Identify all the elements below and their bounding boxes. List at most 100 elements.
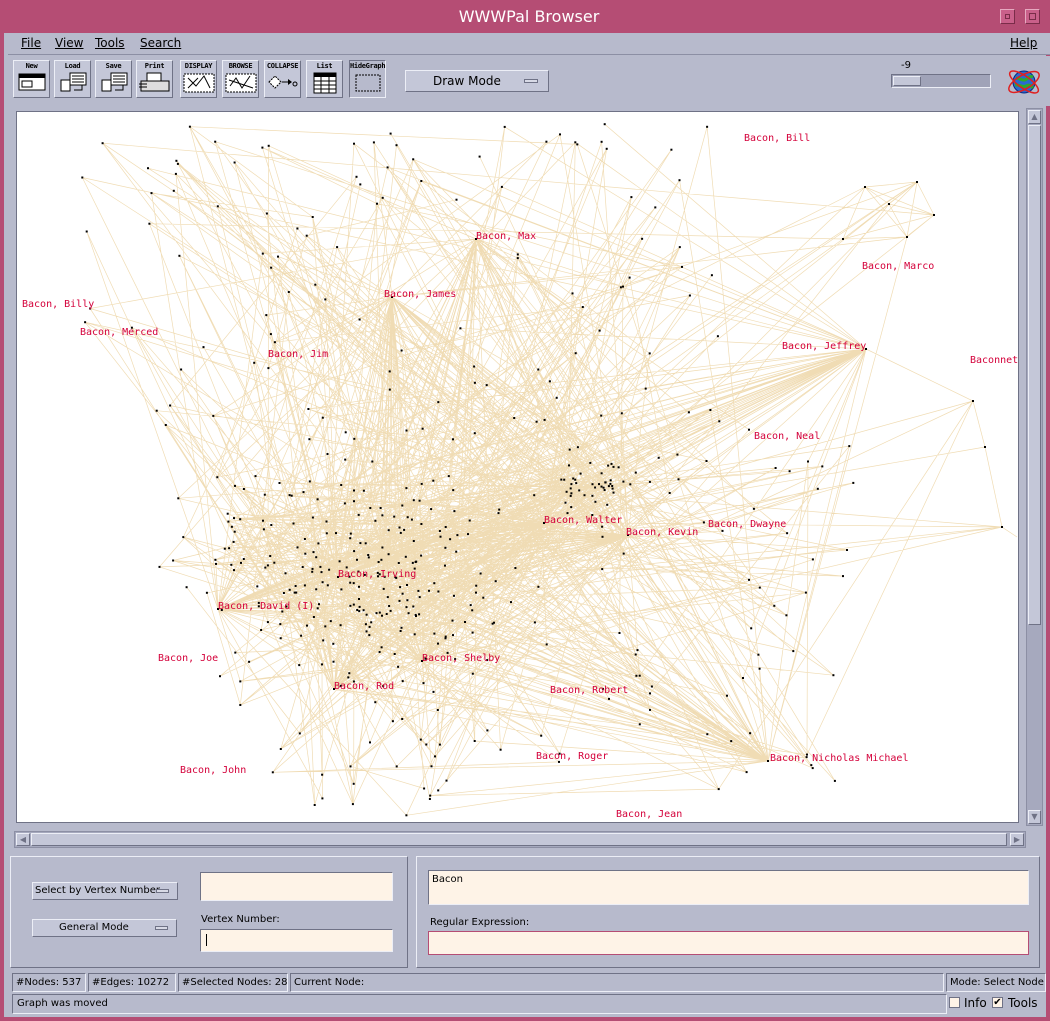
- graph-node[interactable]: [601, 525, 604, 528]
- node-label[interactable]: Bacon, Dwayne: [708, 519, 786, 530]
- graph-node[interactable]: [332, 660, 335, 663]
- graph-node[interactable]: [292, 522, 295, 525]
- graph-node[interactable]: [406, 599, 409, 602]
- graph-node[interactable]: [378, 651, 381, 653]
- graph-node[interactable]: [228, 547, 231, 550]
- menu-file[interactable]: File: [21, 36, 41, 50]
- graph-node[interactable]: [452, 438, 454, 441]
- graph-node[interactable]: [328, 568, 331, 571]
- graph-node[interactable]: [634, 471, 637, 474]
- graph-node[interactable]: [444, 526, 447, 528]
- graph-node[interactable]: [649, 692, 651, 695]
- graph-node[interactable]: [444, 635, 447, 638]
- graph-node[interactable]: [612, 465, 615, 468]
- graph-node[interactable]: [362, 609, 365, 612]
- graph-node[interactable]: [279, 623, 282, 626]
- graph-node[interactable]: [500, 185, 503, 188]
- graph-node[interactable]: [158, 565, 161, 568]
- node-label[interactable]: Bacon, James: [384, 289, 456, 300]
- graph-node[interactable]: [405, 487, 408, 490]
- graph-node[interactable]: [447, 475, 450, 478]
- graph-node[interactable]: [308, 438, 311, 441]
- node-label[interactable]: Bacon, Bill: [744, 133, 810, 144]
- graph-node[interactable]: [398, 526, 401, 529]
- graph-node[interactable]: [758, 667, 761, 670]
- graph-node[interactable]: [603, 489, 606, 491]
- node-label[interactable]: Bacon, Jeffrey: [782, 341, 866, 352]
- node-label[interactable]: Bacon, David (I): [218, 601, 314, 612]
- graph-node[interactable]: [155, 409, 158, 412]
- graph-node[interactable]: [359, 183, 362, 186]
- vertical-scroll-thumb[interactable]: [1028, 125, 1041, 625]
- menu-help[interactable]: Help: [1010, 36, 1037, 50]
- graph-node[interactable]: [437, 401, 440, 404]
- graph-node[interactable]: [752, 507, 755, 510]
- graph-node[interactable]: [439, 535, 442, 538]
- minimize-button[interactable]: [1000, 9, 1015, 24]
- graph-node[interactable]: [358, 610, 361, 613]
- graph-node[interactable]: [578, 489, 581, 492]
- graph-node[interactable]: [846, 549, 848, 551]
- maximize-button[interactable]: [1025, 9, 1040, 24]
- graph-node[interactable]: [598, 483, 600, 486]
- graph-node[interactable]: [434, 755, 436, 758]
- graph-node[interactable]: [486, 729, 489, 732]
- graph-node[interactable]: [349, 604, 352, 607]
- graph-node[interactable]: [178, 254, 181, 257]
- graph-node[interactable]: [400, 626, 403, 629]
- node-label[interactable]: Bacon, Jean: [616, 809, 682, 820]
- graph-node[interactable]: [382, 587, 385, 590]
- graph-node[interactable]: [339, 624, 342, 627]
- graph-node[interactable]: [622, 552, 625, 555]
- graph-node[interactable]: [239, 704, 242, 706]
- graph-node[interactable]: [455, 550, 458, 553]
- regex-input[interactable]: [428, 931, 1029, 955]
- graph-node[interactable]: [295, 591, 298, 594]
- graph-node[interactable]: [349, 537, 352, 540]
- graph-node[interactable]: [353, 437, 356, 440]
- graph-node[interactable]: [410, 518, 413, 521]
- scroll-up-arrow-icon[interactable]: ▲: [1028, 110, 1041, 124]
- graph-node[interactable]: [423, 787, 426, 790]
- graph-node[interactable]: [406, 584, 408, 586]
- graph-node[interactable]: [600, 414, 603, 417]
- graph-node[interactable]: [400, 349, 403, 352]
- graph-node[interactable]: [353, 489, 355, 492]
- graph-node[interactable]: [888, 203, 890, 205]
- graph-node[interactable]: [387, 529, 390, 532]
- graph-node[interactable]: [368, 634, 371, 637]
- graph-node[interactable]: [398, 599, 401, 602]
- graph-node[interactable]: [404, 555, 407, 558]
- graph-node[interactable]: [425, 743, 428, 746]
- graph-node[interactable]: [619, 286, 622, 289]
- graph-node[interactable]: [176, 162, 179, 165]
- graph-node[interactable]: [393, 653, 396, 655]
- graph-node[interactable]: [313, 804, 316, 806]
- graph-node[interactable]: [864, 186, 866, 188]
- graph-node[interactable]: [681, 265, 683, 268]
- graph-node[interactable]: [387, 553, 390, 556]
- graph-node[interactable]: [471, 672, 474, 675]
- horizontal-scroll-thumb[interactable]: [31, 833, 1007, 846]
- zoom-slider[interactable]: [891, 74, 991, 88]
- graph-node[interactable]: [702, 521, 705, 524]
- graph-node[interactable]: [214, 140, 217, 143]
- graph-node[interactable]: [984, 446, 986, 448]
- graph-node[interactable]: [605, 147, 608, 150]
- graph-node[interactable]: [306, 624, 308, 627]
- graph-node[interactable]: [401, 592, 404, 595]
- graph-node[interactable]: [475, 584, 478, 587]
- hide-graph-button[interactable]: HideGraph: [349, 60, 386, 98]
- browse-button[interactable]: BROWSE: [222, 60, 259, 98]
- graph-node[interactable]: [537, 368, 540, 371]
- graph-node[interactable]: [677, 478, 680, 481]
- scroll-right-arrow-icon[interactable]: ▶: [1010, 833, 1024, 846]
- graph-node[interactable]: [370, 621, 373, 624]
- graph-node[interactable]: [374, 519, 377, 522]
- graph-node[interactable]: [648, 352, 651, 355]
- graph-node[interactable]: [182, 536, 185, 539]
- graph-view[interactable]: Bacon, Bill Bacon, Max Bacon, Marco Bacon, …: [17, 112, 1018, 822]
- graph-node[interactable]: [459, 327, 462, 330]
- graph-node[interactable]: [239, 680, 242, 683]
- graph-node[interactable]: [821, 465, 824, 468]
